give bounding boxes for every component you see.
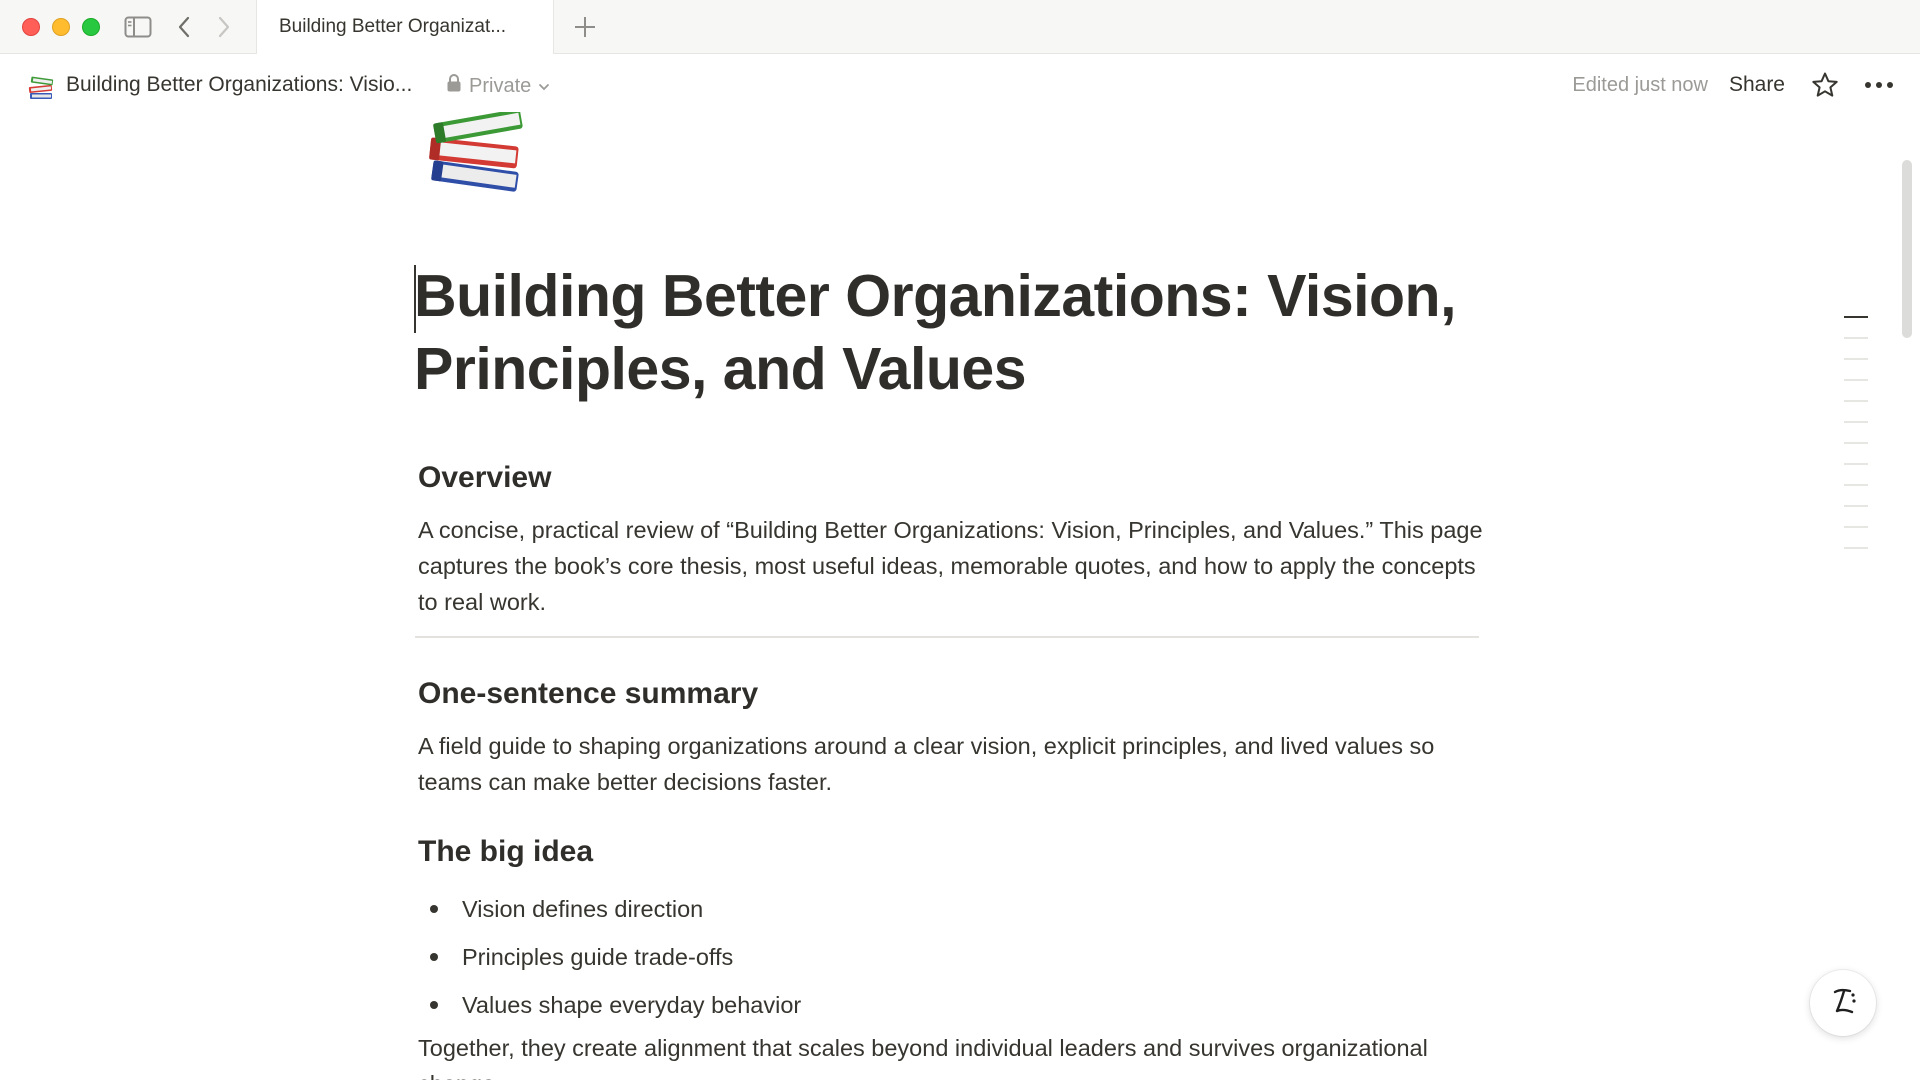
chevron-left-icon[interactable]	[170, 11, 198, 43]
toc-marker[interactable]	[1844, 379, 1868, 381]
toc-marker[interactable]	[1844, 400, 1868, 402]
toc-marker[interactable]	[1844, 421, 1868, 423]
heading-overview[interactable]: Overview	[418, 461, 551, 495]
notion-ai-button[interactable]	[1810, 970, 1876, 1036]
tab-active-page[interactable]: Building Better Organizat...	[256, 0, 554, 54]
zoom-window-button[interactable]	[82, 18, 100, 36]
minimize-window-button[interactable]	[52, 18, 70, 36]
bullet-item[interactable]: Values shape everyday behavior	[418, 981, 801, 1029]
breadcrumb-page-title[interactable]: Building Better Organizations: Visio...	[66, 73, 412, 97]
star-icon[interactable]	[1808, 68, 1842, 102]
page-title[interactable]: Building Better Organizations: Vision, P…	[414, 260, 1504, 406]
summary-paragraph[interactable]: A field guide to shaping organizations a…	[418, 728, 1488, 800]
bullet-item[interactable]: Vision defines direction	[418, 885, 801, 933]
toc-marker[interactable]	[1844, 505, 1868, 507]
heading-big-idea[interactable]: The big idea	[418, 835, 593, 869]
bullet-text: Vision defines direction	[462, 895, 704, 922]
toc-marker[interactable]	[1844, 484, 1868, 486]
toc-marker[interactable]	[1844, 526, 1868, 528]
toc-marker[interactable]	[1844, 316, 1868, 318]
bullet-text: Principles guide trade-offs	[462, 943, 734, 970]
toc-marker[interactable]	[1844, 337, 1868, 339]
more-horizontal-icon[interactable]	[1860, 68, 1898, 102]
tab-title: Building Better Organizat...	[279, 16, 507, 37]
chevron-right-icon[interactable]	[210, 11, 238, 43]
overview-paragraph[interactable]: A concise, practical review of “Building…	[418, 512, 1488, 620]
edited-status: Edited just now	[1572, 74, 1708, 96]
bullet-dot	[430, 1001, 438, 1009]
share-button[interactable]: Share	[1729, 73, 1785, 97]
bullet-text: Values shape everyday behavior	[462, 991, 802, 1018]
bullet-dot	[430, 905, 438, 913]
chevron-down-icon	[538, 75, 550, 98]
privacy-menu[interactable]: Private	[446, 73, 550, 99]
toc-marker[interactable]	[1844, 547, 1868, 549]
sidebar-icon[interactable]	[122, 11, 154, 43]
plus-icon[interactable]	[568, 11, 602, 43]
browser-tab-bar: Building Better Organizat...	[0, 0, 1920, 54]
page-header-bar: Building Better Organizations: Visio... …	[0, 55, 1920, 119]
heading-one-sentence-summary[interactable]: One-sentence summary	[418, 677, 758, 711]
books-icon	[26, 71, 58, 103]
table-of-contents-rail[interactable]	[1844, 316, 1868, 568]
close-window-button[interactable]	[22, 18, 40, 36]
scrollbar[interactable]	[1902, 160, 1912, 338]
privacy-label: Private	[469, 74, 532, 97]
bullet-dot	[430, 953, 438, 961]
big-idea-closing-paragraph[interactable]: Together, they create alignment that sca…	[418, 1030, 1488, 1080]
divider	[415, 636, 1479, 638]
notion-ai-icon	[1826, 984, 1860, 1023]
toc-marker[interactable]	[1844, 463, 1868, 465]
big-idea-bullet-list: Vision defines direction Principles guid…	[418, 885, 801, 1029]
page-icon-books[interactable]	[418, 108, 530, 194]
lock-icon	[446, 73, 462, 99]
bullet-item[interactable]: Principles guide trade-offs	[418, 933, 801, 981]
toc-marker[interactable]	[1844, 442, 1868, 444]
toc-marker[interactable]	[1844, 358, 1868, 360]
